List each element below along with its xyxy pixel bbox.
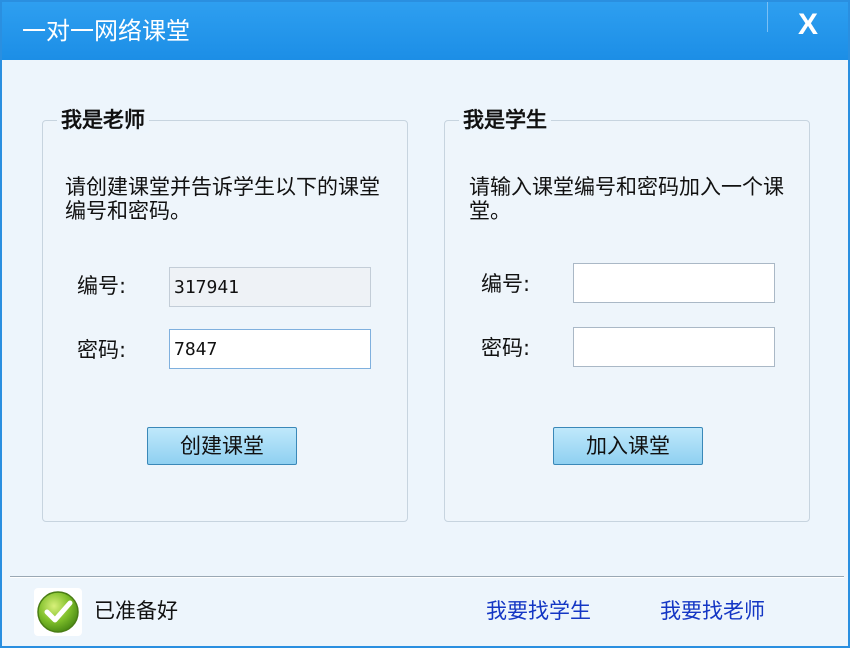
- join-classroom-button[interactable]: 加入课堂: [553, 427, 703, 465]
- find-teacher-link[interactable]: 我要找老师: [660, 598, 765, 624]
- find-student-link[interactable]: 我要找学生: [486, 598, 591, 624]
- check-icon: [34, 588, 82, 636]
- create-classroom-button[interactable]: 创建课堂: [147, 427, 297, 465]
- title-separator: [767, 2, 768, 32]
- app-window: 一对一网络课堂 X 我是老师 请创建课堂并告诉学生以下的课堂编号和密码。 编号:…: [0, 0, 850, 648]
- close-button[interactable]: X: [790, 8, 826, 44]
- teacher-id-label: 编号:: [77, 274, 127, 298]
- footer-divider-highlight: [10, 577, 844, 578]
- student-id-field[interactable]: [573, 263, 775, 303]
- teacher-id-field[interactable]: [169, 267, 371, 307]
- window-title: 一对一网络课堂: [22, 17, 190, 45]
- teacher-password-field[interactable]: [169, 329, 371, 369]
- teacher-group-title: 我是老师: [57, 107, 149, 133]
- title-bar: 一对一网络课堂 X: [2, 2, 848, 60]
- status-text: 已准备好: [94, 599, 178, 623]
- student-group: 我是学生 请输入课堂编号和密码加入一个课堂。 编号: 密码: 加入课堂: [444, 107, 810, 522]
- student-description: 请输入课堂编号和密码加入一个课堂。: [469, 175, 784, 223]
- student-group-title: 我是学生: [459, 107, 551, 133]
- student-password-field[interactable]: [573, 327, 775, 367]
- student-id-label: 编号:: [481, 272, 531, 296]
- teacher-group: 我是老师 请创建课堂并告诉学生以下的课堂编号和密码。 编号: 密码: 创建课堂: [42, 107, 408, 522]
- teacher-password-label: 密码:: [77, 338, 127, 362]
- teacher-description: 请创建课堂并告诉学生以下的课堂编号和密码。: [65, 175, 380, 223]
- student-password-label: 密码:: [481, 336, 531, 360]
